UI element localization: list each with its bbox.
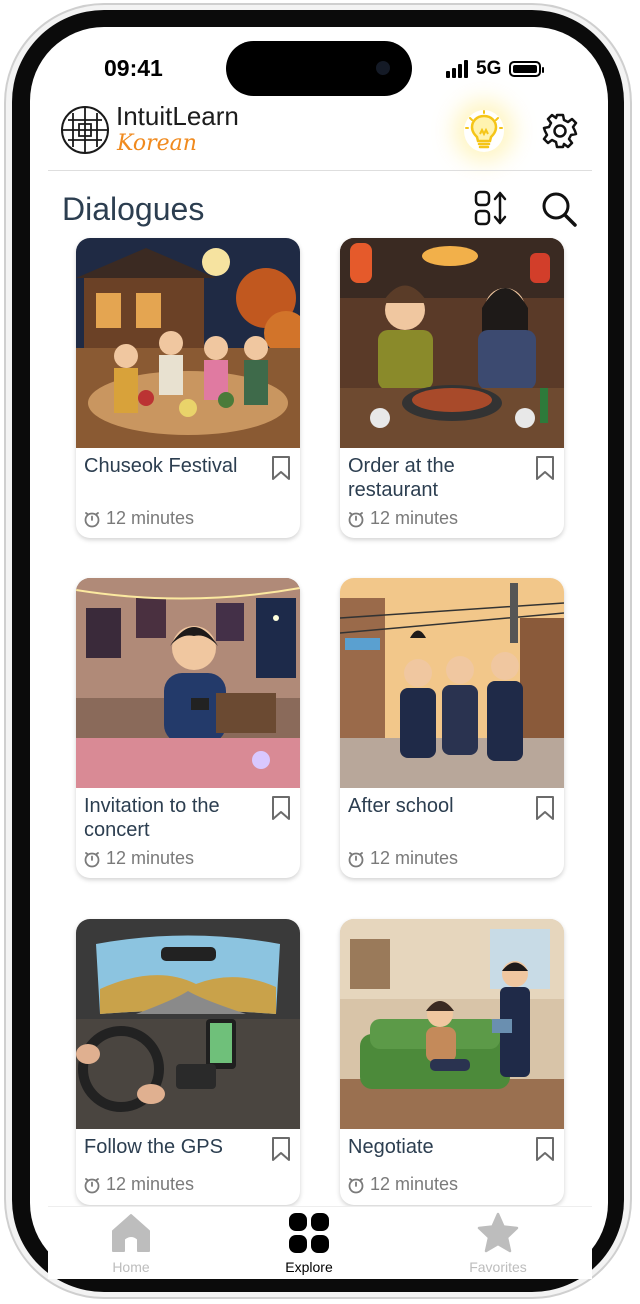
card-image <box>76 238 300 448</box>
bookmark-icon[interactable] <box>534 455 556 481</box>
dynamic-island <box>226 41 412 96</box>
timer-icon <box>84 511 100 527</box>
lightbulb-button[interactable] <box>464 110 504 152</box>
card-image <box>76 919 300 1129</box>
status-indicators: 5G <box>446 58 545 80</box>
header-divider <box>48 170 592 171</box>
dialogue-card-concert[interactable]: Invitation to the concert 12 minutes <box>76 578 300 878</box>
status-time: 09:41 <box>104 55 163 81</box>
sort-icon[interactable] <box>472 188 512 228</box>
card-image <box>340 578 564 788</box>
card-image <box>340 919 564 1129</box>
tab-favorites-label: Favorites <box>469 1259 527 1275</box>
bookmark-icon[interactable] <box>270 455 292 481</box>
lightbulb-icon <box>465 110 503 149</box>
card-title: After school <box>348 795 454 817</box>
card-duration: 12 minutes <box>347 1174 458 1195</box>
dialogue-card-after-school[interactable]: After school 12 minutes <box>340 578 564 878</box>
dialogue-card-restaurant[interactable]: Order at the restaurant 12 minutes <box>340 238 564 538</box>
tab-home[interactable]: Home <box>81 1211 181 1275</box>
signal-icon <box>446 60 468 78</box>
duration-text: 12 minutes <box>106 1174 195 1194</box>
tab-explore[interactable]: Explore <box>259 1211 359 1275</box>
timer-icon <box>84 851 100 867</box>
card-duration: 12 minutes <box>347 508 458 529</box>
bookmark-icon[interactable] <box>534 795 556 821</box>
card-title: Chuseok Festival <box>84 455 238 477</box>
card-title: Negotiate <box>348 1136 434 1158</box>
dialogue-card-chuseok[interactable]: Chuseok Festival 12 minutes <box>76 238 300 538</box>
duration-text: 12 minutes <box>106 508 195 528</box>
card-title: Order at the restaurant <box>348 455 455 501</box>
brand-name: IntuitLearn <box>116 101 239 131</box>
logo-icon <box>61 106 109 154</box>
duration-text: 12 minutes <box>106 848 195 868</box>
battery-icon <box>509 61 545 77</box>
timer-icon <box>84 1177 100 1193</box>
network-label: 5G <box>476 58 502 79</box>
home-icon <box>112 1214 150 1252</box>
card-title: Invitation to the concert <box>84 795 220 841</box>
timer-icon <box>348 511 364 527</box>
search-icon[interactable] <box>540 190 578 228</box>
card-image <box>76 578 300 788</box>
tab-favorites[interactable]: Favorites <box>448 1211 548 1275</box>
card-duration: 12 minutes <box>347 848 458 869</box>
card-duration: 12 minutes <box>83 1174 194 1195</box>
bookmark-icon[interactable] <box>270 1136 292 1162</box>
timer-icon <box>348 851 364 867</box>
card-image <box>340 238 564 448</box>
brand-language: Korean <box>117 131 197 156</box>
bookmark-icon[interactable] <box>534 1136 556 1162</box>
card-duration: 12 minutes <box>83 508 194 529</box>
tab-home-label: Home <box>112 1259 150 1275</box>
tab-explore-label: Explore <box>285 1259 333 1275</box>
card-duration: 12 minutes <box>83 848 194 869</box>
timer-icon <box>348 1177 364 1193</box>
gear-icon[interactable] <box>541 112 579 150</box>
star-icon <box>477 1212 519 1253</box>
page-title: Dialogues <box>62 191 205 227</box>
dialogue-card-gps[interactable]: Follow the GPS 12 minutes <box>76 919 300 1205</box>
duration-text: 12 minutes <box>370 1174 459 1194</box>
bookmark-icon[interactable] <box>270 795 292 821</box>
duration-text: 12 minutes <box>370 508 459 528</box>
card-title: Follow the GPS <box>84 1136 223 1158</box>
camera-icon <box>376 61 390 75</box>
grid-icon <box>289 1213 329 1253</box>
duration-text: 12 minutes <box>370 848 459 868</box>
dialogue-card-negotiate[interactable]: Negotiate 12 minutes <box>340 919 564 1205</box>
